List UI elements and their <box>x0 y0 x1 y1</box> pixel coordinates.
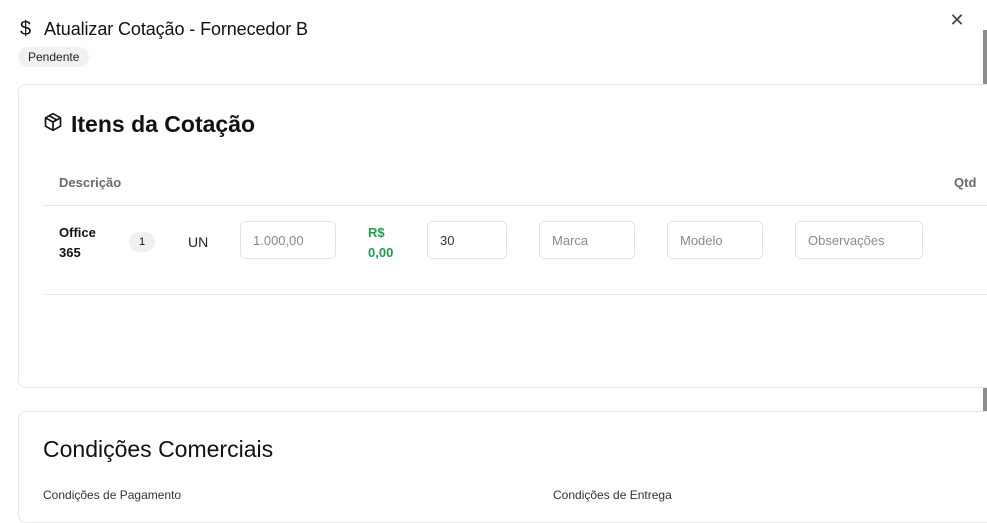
item-description-line2: 365 <box>59 245 81 260</box>
item-description: Office 365 <box>59 223 119 263</box>
items-title-text: Itens da Cotação <box>71 111 256 137</box>
item-total-value: 0,00 <box>368 245 394 260</box>
column-header-description: Descrição <box>59 175 122 190</box>
terms-card: Condições Comerciais <box>18 411 987 523</box>
table-row: Office 365 1 UN R$ 0,00 <box>43 206 987 295</box>
table-header: Descrição Qtd <box>43 161 987 206</box>
delivery-days-input[interactable] <box>427 221 507 259</box>
delivery-terms-label: Condições de Entrega <box>553 488 672 502</box>
column-header-quantity: Qtd <box>954 175 977 190</box>
items-card: Itens da Cotação Descrição Qtd Office 36… <box>18 84 987 388</box>
item-description-line1: Office <box>59 225 96 240</box>
close-icon[interactable]: ✕ <box>948 10 966 30</box>
terms-section-title: Condições Comerciais <box>43 436 274 462</box>
payment-terms-label: Condições de Pagamento <box>43 488 182 502</box>
unit-label: UN <box>188 234 209 250</box>
status-badge: Pendente <box>18 47 90 67</box>
dialog-title: Atualizar Cotação - Fornecedor B <box>44 19 308 39</box>
items-section-title: Itens da Cotação <box>43 111 255 138</box>
dialog-header: $ Atualizar Cotação - Fornecedor B <box>20 18 308 41</box>
model-input[interactable] <box>667 221 763 259</box>
observations-input[interactable] <box>795 221 923 259</box>
package-icon <box>43 111 63 138</box>
quantity-badge: 1 <box>129 232 155 252</box>
title-row: $ Atualizar Cotação - Fornecedor B <box>20 18 308 41</box>
item-total-currency: R$ <box>368 225 385 240</box>
dollar-icon: $ <box>20 18 32 40</box>
brand-input[interactable] <box>539 221 635 259</box>
unit-price-input[interactable] <box>240 221 336 259</box>
item-total: R$ 0,00 <box>368 223 393 263</box>
